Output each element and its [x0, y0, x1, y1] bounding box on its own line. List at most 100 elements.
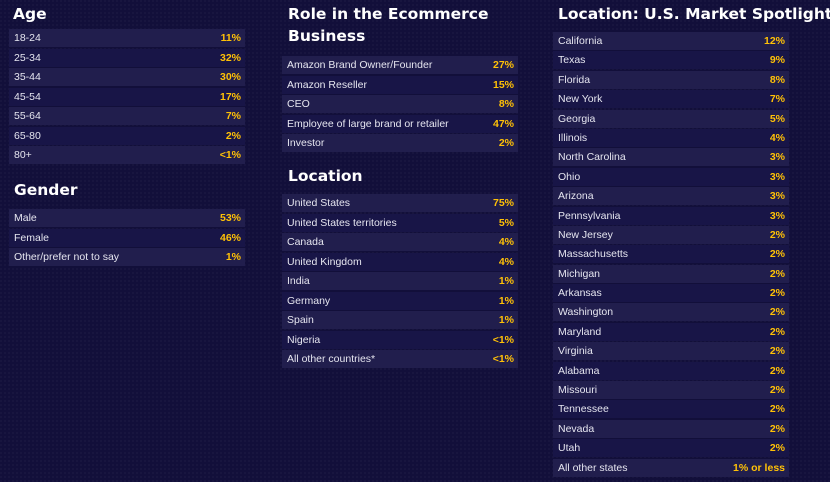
- row-label: Employee of large brand or retailer: [287, 117, 449, 130]
- row-value: 1% or less: [733, 461, 785, 474]
- table-row: United States 75%: [282, 194, 518, 212]
- row-value: 1%: [225, 251, 241, 263]
- table-row: Utah 2%: [553, 439, 789, 458]
- row-label: 25-34: [14, 51, 41, 64]
- row-value: 2%: [769, 345, 785, 358]
- row-value: 2%: [769, 248, 785, 261]
- row-value: 2%: [769, 442, 785, 455]
- table-row: 35-44 30%: [9, 68, 245, 86]
- table-row: North Carolina 3%: [553, 148, 789, 167]
- row-value: 3%: [769, 151, 785, 164]
- row-label: United Kingdom: [287, 255, 362, 268]
- age-title: Age: [13, 5, 47, 23]
- row-value: 5%: [769, 112, 785, 125]
- row-label: North Carolina: [558, 151, 626, 164]
- row-value: 2%: [498, 137, 514, 149]
- row-label: New Jersey: [558, 228, 613, 241]
- location-table: United States 75% United States territorie…: [282, 194, 518, 370]
- us-market-title: Location: U.S. Market Spotlight: [558, 5, 830, 23]
- table-row: Tennessee 2%: [553, 400, 789, 419]
- role-title-line2: Business: [288, 27, 366, 45]
- row-value: 17%: [219, 90, 241, 103]
- row-value: <1%: [219, 149, 241, 161]
- table-row: Arizona 3%: [553, 187, 789, 206]
- table-row: 18-24 11%: [9, 29, 245, 47]
- row-label: Arizona: [558, 190, 594, 203]
- table-row: Employee of large brand or retailer 47%: [282, 114, 518, 133]
- table-row: Nigeria <1%: [282, 330, 518, 349]
- table-row: Alabama 2%: [553, 361, 789, 380]
- row-label: Female: [14, 231, 50, 244]
- table-row: Amazon Brand Owner/Founder 27%: [282, 56, 518, 74]
- row-label: Washington: [558, 306, 614, 319]
- row-label: Illinois: [558, 131, 588, 144]
- role-title: Role in the Ecommerce Business: [288, 3, 489, 47]
- row-label: Massachusetts: [558, 248, 629, 261]
- row-value: 3%: [769, 209, 785, 222]
- row-label: Florida: [558, 73, 591, 86]
- row-value: 2%: [769, 422, 785, 435]
- row-value: 12%: [763, 35, 785, 47]
- table-row: Arkansas 2%: [553, 284, 789, 303]
- row-label: Male: [14, 212, 37, 224]
- row-value: 15%: [492, 78, 514, 91]
- row-value: 1%: [498, 275, 514, 287]
- row-label: Utah: [558, 442, 581, 455]
- row-label: Texas: [558, 54, 586, 67]
- row-value: 32%: [219, 51, 241, 64]
- row-label: Missouri: [558, 384, 598, 397]
- table-row: 65-80 2%: [9, 126, 245, 145]
- row-label: 55-64: [14, 110, 41, 122]
- row-label: India: [287, 275, 310, 287]
- row-value: <1%: [492, 353, 514, 365]
- row-label: Nigeria: [287, 333, 321, 346]
- row-value: 7%: [225, 110, 241, 122]
- row-value: 2%: [769, 364, 785, 377]
- row-label: CEO: [287, 98, 310, 110]
- row-value: 5%: [498, 216, 514, 229]
- row-label: Amazon Reseller: [287, 78, 367, 91]
- row-label: 35-44: [14, 71, 41, 83]
- table-row: New Jersey 2%: [553, 225, 789, 244]
- row-value: 2%: [769, 325, 785, 338]
- table-row: Virginia 2%: [553, 342, 789, 361]
- gender-table: Male 53% Female 46% Other/prefer not to say 1…: [9, 209, 245, 268]
- row-value: 2%: [769, 384, 785, 397]
- row-value: 9%: [769, 54, 785, 67]
- table-row: United Kingdom 4%: [282, 252, 518, 271]
- row-label: All other states: [558, 461, 628, 474]
- row-value: 2%: [769, 287, 785, 300]
- table-row: Investor 2%: [282, 134, 518, 152]
- row-value: 8%: [498, 98, 514, 110]
- table-row: California 12%: [553, 32, 789, 50]
- row-label: Investor: [287, 137, 325, 149]
- row-value: 27%: [492, 59, 514, 71]
- row-label: 65-80: [14, 129, 41, 142]
- gender-title: Gender: [14, 181, 78, 199]
- row-label: 80+: [14, 149, 32, 161]
- row-value: 4%: [498, 236, 514, 248]
- table-row: Florida 8%: [553, 70, 789, 89]
- table-row: Other/prefer not to say 1%: [9, 248, 245, 266]
- row-label: Georgia: [558, 112, 596, 125]
- us-market-table: California 12% Texas 9% Florida 8% New York 7% G…: [553, 32, 789, 478]
- row-value: 1%: [498, 294, 514, 307]
- row-value: 2%: [769, 306, 785, 319]
- table-row: 80+ <1%: [9, 146, 245, 164]
- table-row: Massachusetts 2%: [553, 245, 789, 264]
- table-row: Germany 1%: [282, 291, 518, 310]
- table-row: Maryland 2%: [553, 322, 789, 341]
- row-value: 53%: [219, 212, 241, 224]
- row-label: Michigan: [558, 267, 601, 280]
- row-label: Other/prefer not to say: [14, 251, 120, 263]
- row-label: Virginia: [558, 345, 593, 358]
- row-label: Germany: [287, 294, 331, 307]
- table-row: Spain 1%: [282, 311, 518, 329]
- row-value: 7%: [769, 93, 785, 106]
- table-row: Amazon Reseller 15%: [282, 75, 518, 94]
- row-label: California: [558, 35, 603, 47]
- row-label: Nevada: [558, 422, 595, 435]
- table-row: All other states 1% or less: [553, 458, 789, 477]
- table-row: Texas 9%: [553, 51, 789, 70]
- row-label: Pennsylvania: [558, 209, 621, 222]
